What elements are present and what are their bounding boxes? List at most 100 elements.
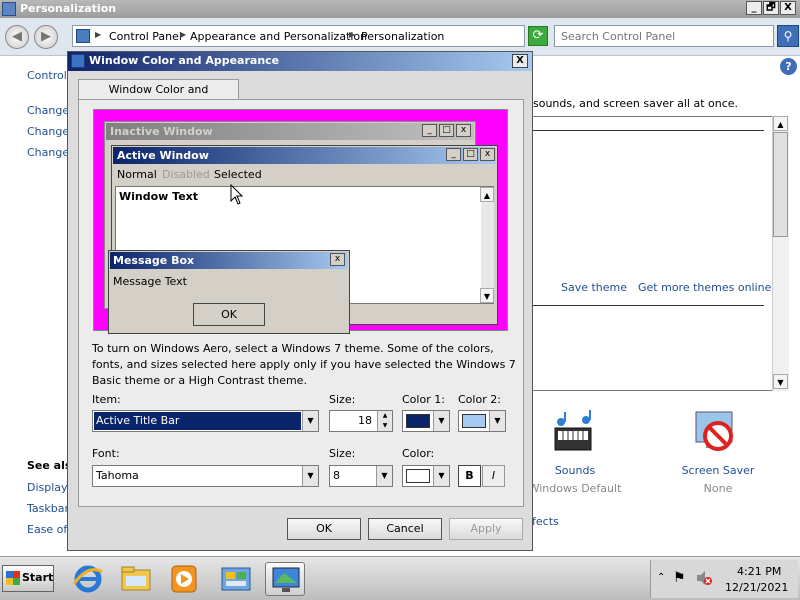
chevron-down-icon[interactable]: ▼ [433,411,449,431]
chevron-down-icon[interactable]: ▼ [302,466,318,486]
scroll-up-icon[interactable]: ▲ [480,187,494,202]
menu-normal[interactable]: Normal [117,168,157,181]
save-theme-link[interactable]: Save theme [561,281,627,294]
tab-window-color[interactable]: Window Color and Appearance [78,79,239,115]
notification-area: ⌃ ⚑ 4:21 PM 12/21/2021 [650,560,798,598]
breadcrumb-personalization[interactable]: Personalization [361,30,444,43]
search-input[interactable] [555,26,773,46]
message-box-title-bar[interactable]: Message Box x [110,252,348,269]
chevron-down-icon[interactable]: ▼ [433,466,449,486]
breadcrumb-chevron-icon[interactable]: ▶ [349,30,355,39]
scroll-down-icon[interactable]: ▼ [773,374,788,389]
item-select[interactable]: Active Title Bar ▼ [92,410,319,432]
font-color-picker[interactable]: ▼ [402,465,450,487]
media-player-icon[interactable] [164,562,204,596]
message-box-ok-button[interactable]: OK [193,303,265,326]
breadcrumb-chevron-icon[interactable]: ▶ [180,30,186,39]
scrollbar-thumb[interactable] [773,132,788,237]
scroll-up-icon[interactable]: ▲ [773,116,788,131]
theme-list[interactable] [532,116,789,391]
preview-message-box[interactable]: Message Box x Message Text OK [108,250,350,334]
close-icon: x [456,124,471,137]
search-box[interactable] [554,25,774,47]
forward-button[interactable]: ▶ [34,25,58,49]
active-title-bar[interactable]: Active Window _ □ x [113,147,496,164]
font-color-swatch [406,469,430,483]
dialog-close-button[interactable]: X [512,54,528,68]
dialog-title: Window Color and Appearance [89,54,280,67]
font-select[interactable]: Tahoma ▼ [92,465,319,487]
minimize-button[interactable]: _ [746,1,762,15]
menu-selected[interactable]: Selected [214,168,262,181]
see-also-ease-of-access[interactable]: Ease of [27,523,67,536]
show-hidden-icons-icon[interactable]: ⌃ [657,572,665,583]
font-select-value: Tahoma [96,469,139,482]
item-size-input[interactable]: 18 ▲ ▼ [329,410,393,432]
breadcrumb-chevron-icon[interactable]: ▶ [95,30,101,39]
volume-muted-icon[interactable] [695,570,713,586]
left-link-control-panel-home[interactable]: Control [27,69,67,82]
left-link-change-1[interactable]: Change [27,104,69,117]
chevron-down-icon[interactable]: ▼ [489,411,505,431]
screen-saver-icon[interactable] [690,408,742,458]
personalization-taskbar-icon[interactable] [265,562,305,596]
ok-button[interactable]: OK [287,518,361,540]
left-link-change-3[interactable]: Change [27,146,69,159]
bold-button[interactable]: B [458,465,481,487]
address-input[interactable]: ▶ Control Panel ▶ Appearance and Persona… [72,25,525,47]
item-select-value: Active Title Bar [94,412,301,430]
personalization-title: Personalization [20,2,117,15]
menu-disabled[interactable]: Disabled [162,168,210,181]
more-themes-link[interactable]: Get more themes online [638,281,771,294]
appearance-preview[interactable]: Inactive Window _ □ x Active Window _ □ … [93,109,508,334]
sounds-link[interactable]: Sounds [535,464,615,477]
breadcrumb-appearance[interactable]: Appearance and Personalization [190,30,367,43]
see-also-taskbar[interactable]: Taskbar [27,502,69,515]
color1-picker[interactable]: ▼ [402,410,450,432]
font-size-select[interactable]: 8 ▼ [329,465,393,487]
search-icon[interactable]: ⚲ [777,25,799,47]
close-button[interactable]: X [780,1,796,15]
breadcrumb-control-panel[interactable]: Control Panel [109,30,182,43]
back-button[interactable]: ◀ [5,25,29,49]
italic-button[interactable]: I [482,465,505,487]
scroll-down-icon[interactable]: ▼ [480,288,494,303]
effects-link[interactable]: fects [532,515,559,528]
cancel-button[interactable]: Cancel [368,518,442,540]
spin-down-icon[interactable]: ▼ [377,421,392,431]
active-window-title: Active Window [117,149,209,162]
control-panel-taskbar-icon[interactable] [216,562,256,596]
internet-explorer-icon[interactable] [68,562,108,596]
aero-info-text: To turn on Windows Aero, select a Window… [92,342,516,387]
start-button[interactable]: Start [2,565,54,592]
preview-scrollbar[interactable]: ▲ ▼ [480,187,494,303]
refresh-icon[interactable]: ⟳ [528,26,548,46]
action-center-flag-icon[interactable]: ⚑ [673,570,686,586]
help-icon[interactable]: ? [780,58,797,75]
window-text: Window Text [119,190,199,203]
dialog-titlebar[interactable]: Window Color and Appearance X [68,52,532,71]
message-text[interactable]: Message Text [113,275,187,288]
left-link-change-2[interactable]: Change [27,125,69,138]
sounds-value: Windows Default [528,482,622,495]
personalization-titlebar: Personalization _ 🗗 X [0,0,800,18]
minimize-icon: _ [422,124,437,137]
theme-divider [532,305,764,306]
chevron-down-icon[interactable]: ▼ [376,466,392,486]
windows-explorer-icon[interactable] [116,562,156,596]
maximize-icon: □ [463,148,478,161]
windows-logo-icon [6,571,20,585]
mouse-cursor-icon [230,184,244,205]
apply-button[interactable]: Apply [449,518,523,540]
spin-up-icon[interactable]: ▲ [377,411,392,421]
clock-time[interactable]: 4:21 PM [737,565,781,578]
see-also-display[interactable]: Display [27,481,68,494]
screen-saver-link[interactable]: Screen Saver [672,464,764,477]
clock-date[interactable]: 12/21/2021 [725,581,788,594]
sounds-icon[interactable] [551,410,597,456]
color2-picker[interactable]: ▼ [458,410,506,432]
font-size-value: 8 [333,469,340,482]
inactive-title-bar[interactable]: Inactive Window _ □ x [106,123,474,140]
chevron-down-icon[interactable]: ▼ [302,411,318,431]
restore-button[interactable]: 🗗 [763,1,779,15]
